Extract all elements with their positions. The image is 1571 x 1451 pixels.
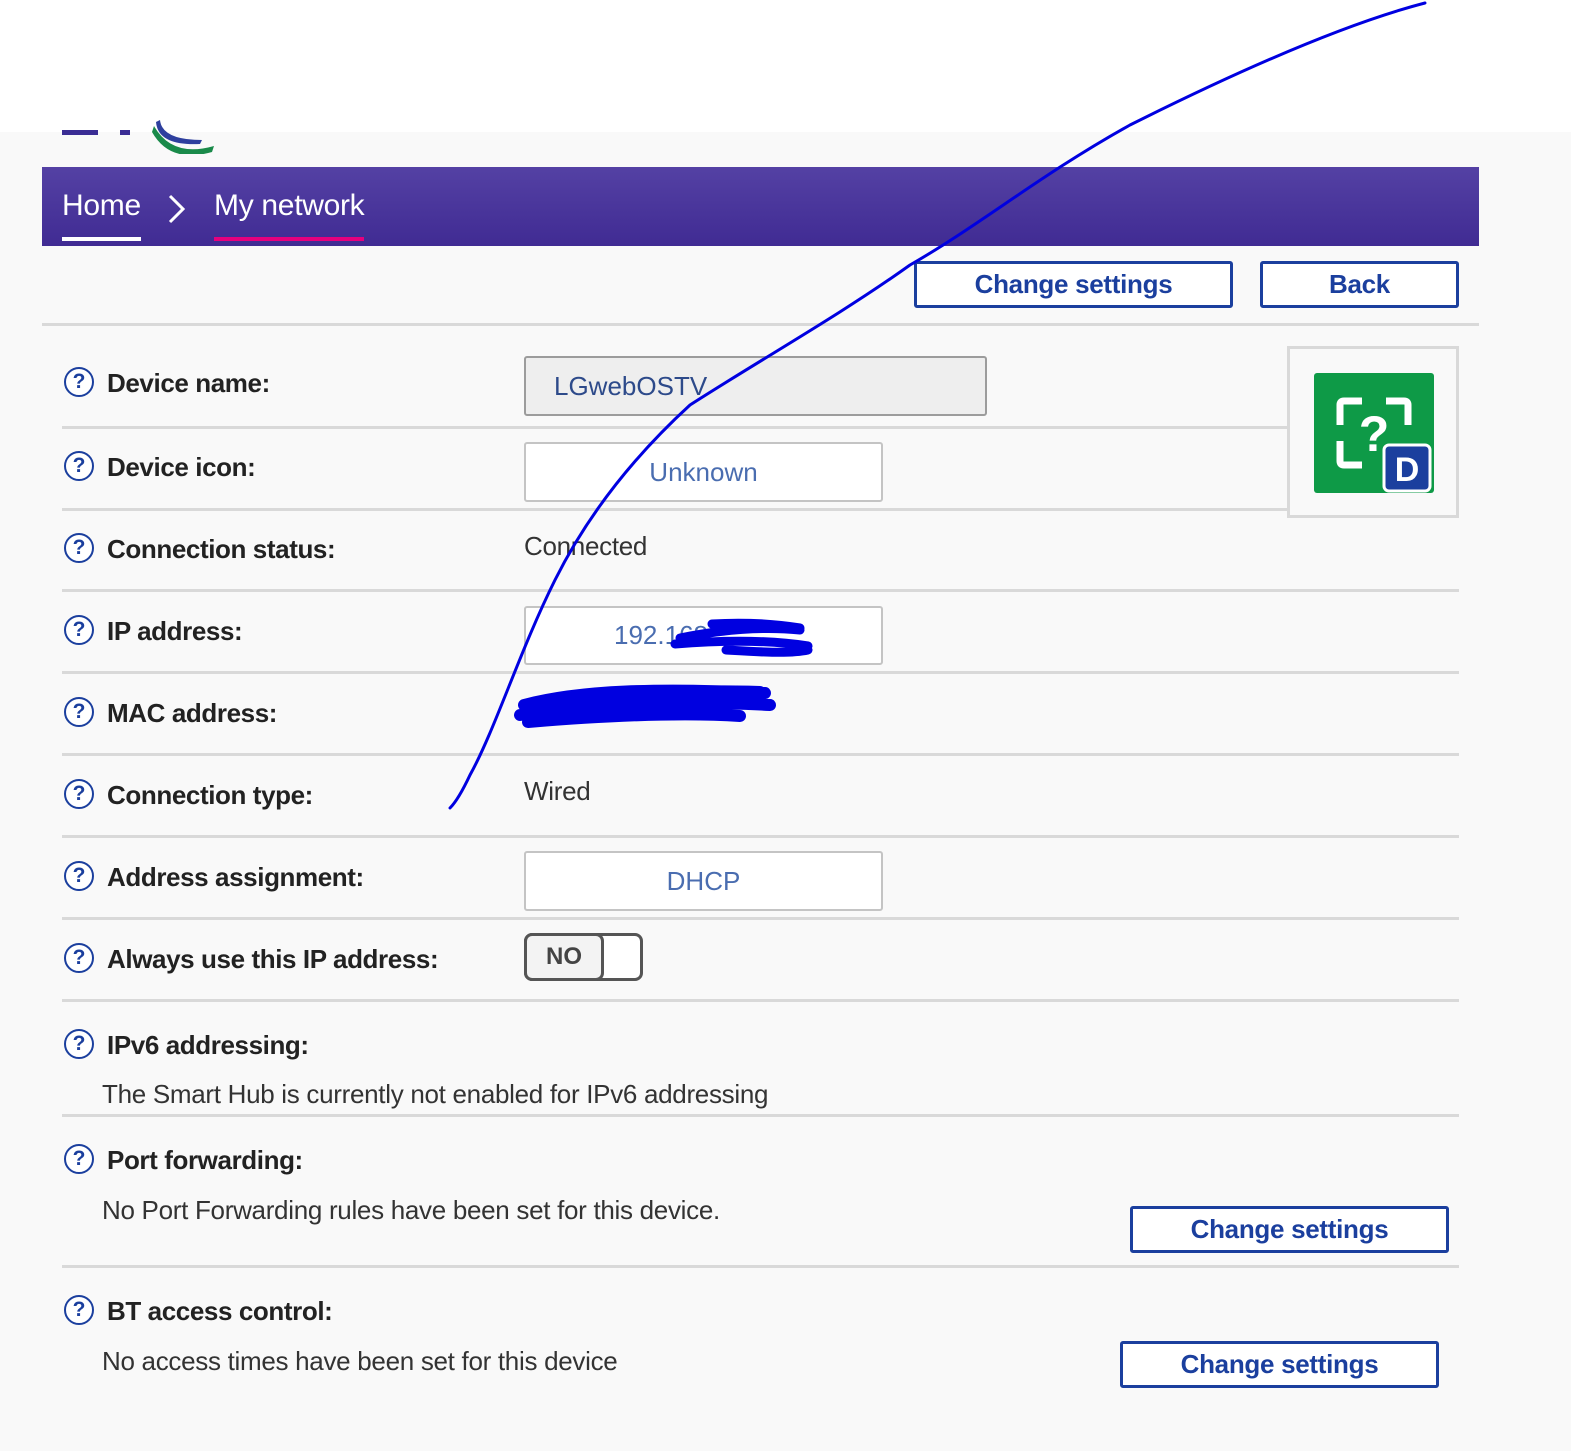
- help-icon[interactable]: ?: [64, 943, 94, 973]
- back-button[interactable]: Back: [1260, 261, 1459, 308]
- help-icon[interactable]: ?: [64, 615, 94, 645]
- divider: [62, 753, 1459, 756]
- ip-address-label: IP address:: [107, 616, 243, 646]
- connection-status-label: Connection status:: [107, 534, 336, 564]
- nav-home-link[interactable]: Home: [62, 189, 141, 241]
- connection-type-value: Wired: [524, 776, 591, 806]
- ip-address-input[interactable]: 192.168: [524, 606, 883, 665]
- divider: [62, 835, 1459, 838]
- device-icon-preview: ? D: [1287, 346, 1459, 518]
- help-icon[interactable]: ?: [64, 367, 94, 397]
- help-icon[interactable]: ?: [64, 533, 94, 563]
- port-forwarding-label: Port forwarding:: [107, 1145, 303, 1175]
- help-icon[interactable]: ?: [64, 451, 94, 481]
- port-forwarding-description: No Port Forwarding rules have been set f…: [102, 1195, 720, 1225]
- divider: [62, 508, 1288, 511]
- address-assignment-label: Address assignment:: [107, 862, 364, 892]
- divider: [62, 999, 1459, 1002]
- help-icon[interactable]: ?: [64, 1144, 94, 1174]
- change-settings-button[interactable]: Change settings: [914, 261, 1233, 308]
- access-control-change-settings-button[interactable]: Change settings: [1120, 1341, 1439, 1388]
- device-badge-letter: D: [1395, 451, 1420, 489]
- nav-my-network-link[interactable]: My network: [214, 189, 365, 241]
- device-name-label: Device name:: [107, 368, 270, 398]
- chevron-right-icon: [168, 194, 186, 224]
- connection-status-value: Connected: [524, 531, 648, 561]
- help-icon[interactable]: ?: [64, 861, 94, 891]
- scan-question-icon: ? D: [1336, 397, 1432, 493]
- device-icon-select[interactable]: Unknown: [524, 442, 883, 502]
- always-use-ip-toggle[interactable]: NO: [524, 933, 643, 981]
- help-icon[interactable]: ?: [64, 779, 94, 809]
- access-control-label: BT access control:: [107, 1296, 333, 1326]
- ipv6-label: IPv6 addressing:: [107, 1030, 309, 1060]
- bt-logo: [62, 120, 214, 154]
- divider: [62, 1114, 1459, 1117]
- connection-type-label: Connection type:: [107, 780, 313, 810]
- help-icon[interactable]: ?: [64, 1295, 94, 1325]
- help-icon[interactable]: ?: [64, 697, 94, 727]
- access-control-description: No access times have been set for this d…: [102, 1346, 618, 1376]
- toggle-state: NO: [524, 933, 604, 981]
- address-assignment-select[interactable]: DHCP: [524, 851, 883, 911]
- device-name-input[interactable]: LGwebOSTV: [524, 356, 987, 416]
- help-icon[interactable]: ?: [64, 1029, 94, 1059]
- port-forwarding-change-settings-button[interactable]: Change settings: [1130, 1206, 1449, 1253]
- divider: [62, 671, 1459, 674]
- divider: [62, 917, 1459, 920]
- unknown-device-icon: ? D: [1314, 373, 1434, 493]
- divider: [62, 589, 1459, 592]
- breadcrumb-navbar: Home My network: [42, 167, 1479, 246]
- always-use-ip-label: Always use this IP address:: [107, 944, 439, 974]
- divider: [62, 1265, 1459, 1268]
- device-icon-label: Device icon:: [107, 452, 256, 482]
- divider: [62, 426, 1288, 429]
- ipv6-description: The Smart Hub is currently not enabled f…: [102, 1079, 769, 1109]
- mac-address-label: MAC address:: [107, 698, 278, 728]
- divider: [42, 323, 1479, 326]
